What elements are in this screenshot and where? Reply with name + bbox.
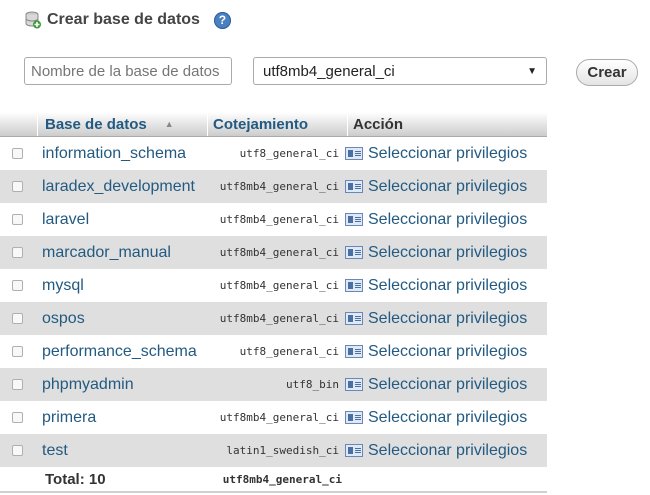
page-title: Crear base de datos [47, 11, 200, 28]
database-collation: utf8mb4_general_ci [219, 213, 339, 226]
row-checkbox[interactable] [12, 313, 23, 324]
database-name-link[interactable]: phpmyadmin [42, 376, 205, 394]
help-icon[interactable]: ? [213, 11, 231, 29]
privileges-icon [345, 147, 363, 160]
privileges-icon [345, 279, 363, 292]
databases-table: Base de datos ▲ Cotejamiento Acción info… [0, 112, 547, 493]
database-name-link[interactable]: marcador_manual [42, 244, 205, 262]
privileges-icon [345, 213, 363, 226]
database-collation: utf8mb4_general_ci [219, 411, 339, 424]
table-row: test latin1_swedish_ci Seleccionar privile… [0, 434, 547, 467]
database-name-link[interactable]: mysql [42, 277, 205, 295]
database-collation: utf8mb4_general_ci [219, 180, 339, 193]
select-privileges-link[interactable]: Seleccionar privilegios [345, 409, 527, 427]
select-privileges-label: Seleccionar privilegios [368, 309, 528, 327]
select-privileges-link[interactable]: Seleccionar privilegios [345, 178, 527, 196]
database-name-link[interactable]: test [42, 442, 205, 460]
database-name-link[interactable]: laradex_development [42, 178, 205, 196]
collation-select[interactable]: utf8mb4_general_ci ▼ [253, 57, 547, 85]
database-collation: latin1_swedish_ci [226, 444, 339, 457]
footer-divider [0, 491, 547, 493]
create-button[interactable]: Crear [576, 59, 638, 86]
row-checkbox[interactable] [12, 445, 23, 456]
database-collation: utf8mb4_general_ci [219, 312, 339, 325]
select-privileges-label: Seleccionar privilegios [368, 243, 528, 261]
select-privileges-link[interactable]: Seleccionar privilegios [345, 145, 527, 163]
privileges-icon [345, 180, 363, 193]
select-privileges-link[interactable]: Seleccionar privilegios [345, 277, 527, 295]
column-action-header: Acción [348, 112, 547, 136]
database-collation: utf8_general_ci [239, 147, 339, 160]
total-count: Total: 10 [45, 470, 106, 488]
row-checkbox[interactable] [12, 148, 23, 159]
select-privileges-link[interactable]: Seleccionar privilegios [345, 442, 527, 460]
database-name-link[interactable]: performance_schema [42, 343, 205, 361]
privileges-icon [345, 444, 363, 457]
select-privileges-label: Seleccionar privilegios [368, 408, 528, 426]
table-row: ospos utf8mb4_general_ci Seleccionar privi… [0, 302, 547, 335]
column-action-label: Acción [353, 115, 404, 133]
database-name-input[interactable] [24, 57, 232, 85]
privileges-icon [345, 345, 363, 358]
row-checkbox[interactable] [12, 280, 23, 291]
table-row: mysql utf8mb4_general_ci Seleccionar privi… [0, 269, 547, 302]
database-collation: utf8mb4_general_ci [219, 246, 339, 259]
column-collation-header[interactable]: Cotejamiento [208, 112, 348, 136]
database-collation: utf8mb4_general_ci [219, 279, 339, 292]
select-privileges-link[interactable]: Seleccionar privilegios [345, 211, 527, 229]
database-collation: utf8_bin [286, 378, 339, 391]
table-row: phpmyadmin utf8_bin Seleccionar privilegio… [0, 368, 547, 401]
sort-ascending-icon: ▲ [164, 119, 174, 129]
database-name-link[interactable]: primera [42, 409, 205, 427]
row-checkbox[interactable] [12, 346, 23, 357]
select-privileges-label: Seleccionar privilegios [368, 276, 528, 294]
select-privileges-label: Seleccionar privilegios [368, 441, 528, 459]
header-checkbox-cell [0, 112, 38, 136]
row-checkbox[interactable] [12, 247, 23, 258]
table-header: Base de datos ▲ Cotejamiento Acción [0, 112, 547, 137]
chevron-down-icon: ▼ [527, 65, 537, 77]
privileges-icon [345, 312, 363, 325]
row-checkbox[interactable] [12, 379, 23, 390]
table-row: primera utf8mb4_general_ci Seleccionar pri… [0, 401, 547, 434]
row-checkbox[interactable] [12, 214, 23, 225]
collation-select-value: utf8mb4_general_ci [263, 62, 395, 80]
database-name-link[interactable]: information_schema [42, 145, 205, 163]
column-database-label: Base de datos [45, 115, 147, 133]
table-row: laravel utf8mb4_general_ci Seleccionar pri… [0, 203, 547, 236]
table-footer: Total: 10 utf8mb4_general_ci [0, 467, 547, 490]
table-row: marcador_manual utf8mb4_general_ci Selecci… [0, 236, 547, 269]
column-collation-label: Cotejamiento [213, 115, 309, 133]
database-collation: utf8_general_ci [239, 345, 339, 358]
privileges-icon [345, 411, 363, 424]
select-privileges-link[interactable]: Seleccionar privilegios [345, 310, 527, 328]
column-database-header[interactable]: Base de datos ▲ [38, 112, 208, 136]
total-collation: utf8mb4_general_ci [222, 472, 342, 486]
select-privileges-label: Seleccionar privilegios [368, 210, 528, 228]
database-add-icon [25, 11, 41, 29]
select-privileges-label: Seleccionar privilegios [368, 144, 528, 162]
table-row: information_schema utf8_general_ci Selecci… [0, 137, 547, 170]
select-privileges-label: Seleccionar privilegios [368, 342, 528, 360]
select-privileges-label: Seleccionar privilegios [368, 177, 528, 195]
select-privileges-link[interactable]: Seleccionar privilegios [345, 244, 527, 262]
table-row: performance_schema utf8_general_ci Selecci… [0, 335, 547, 368]
database-name-link[interactable]: ospos [42, 310, 205, 328]
privileges-icon [345, 246, 363, 259]
row-checkbox[interactable] [12, 412, 23, 423]
row-checkbox[interactable] [12, 181, 23, 192]
select-privileges-label: Seleccionar privilegios [368, 375, 528, 393]
privileges-icon [345, 378, 363, 391]
select-privileges-link[interactable]: Seleccionar privilegios [345, 376, 527, 394]
table-row: laradex_development utf8mb4_general_ci Sel… [0, 170, 547, 203]
select-privileges-link[interactable]: Seleccionar privilegios [345, 343, 527, 361]
database-name-link[interactable]: laravel [42, 211, 205, 229]
create-database-header: Crear base de datos ? [25, 11, 231, 29]
